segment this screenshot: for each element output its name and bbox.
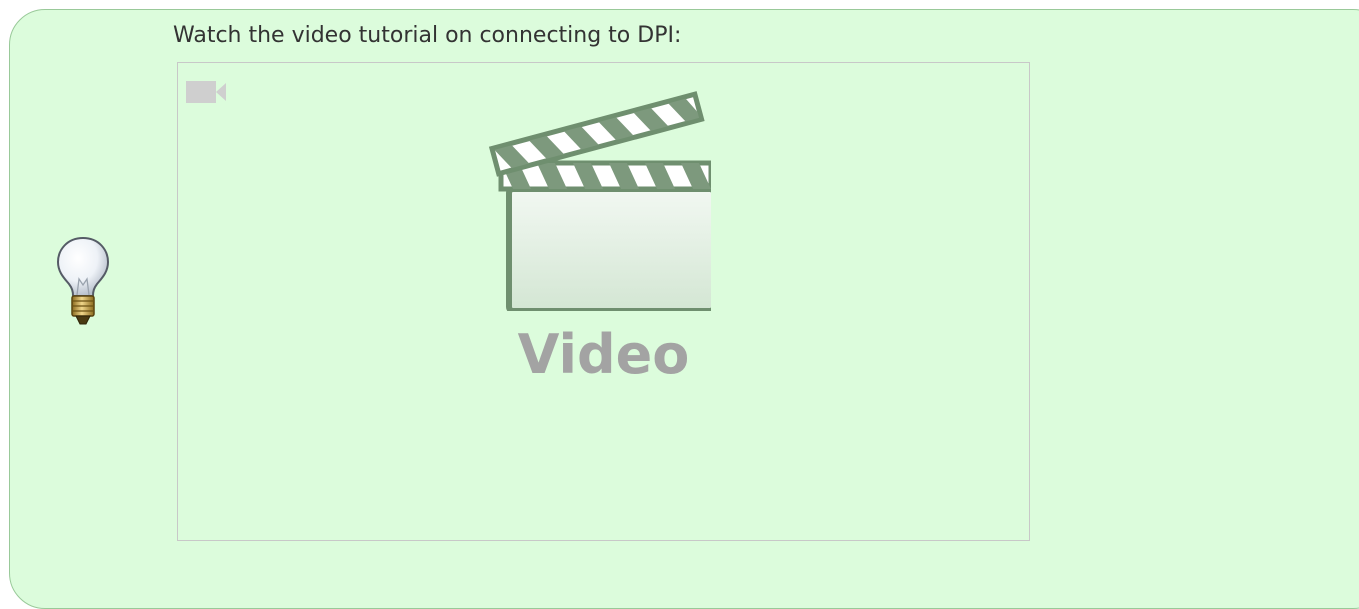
clapperboard-icon (481, 71, 717, 314)
lightbulb-icon (55, 235, 111, 331)
video-embed[interactable]: Video (177, 62, 1030, 541)
video-camera-icon (186, 81, 228, 103)
tip-text: Watch the video tutorial on connecting t… (173, 23, 682, 48)
video-placeholder-label: Video (517, 323, 690, 386)
